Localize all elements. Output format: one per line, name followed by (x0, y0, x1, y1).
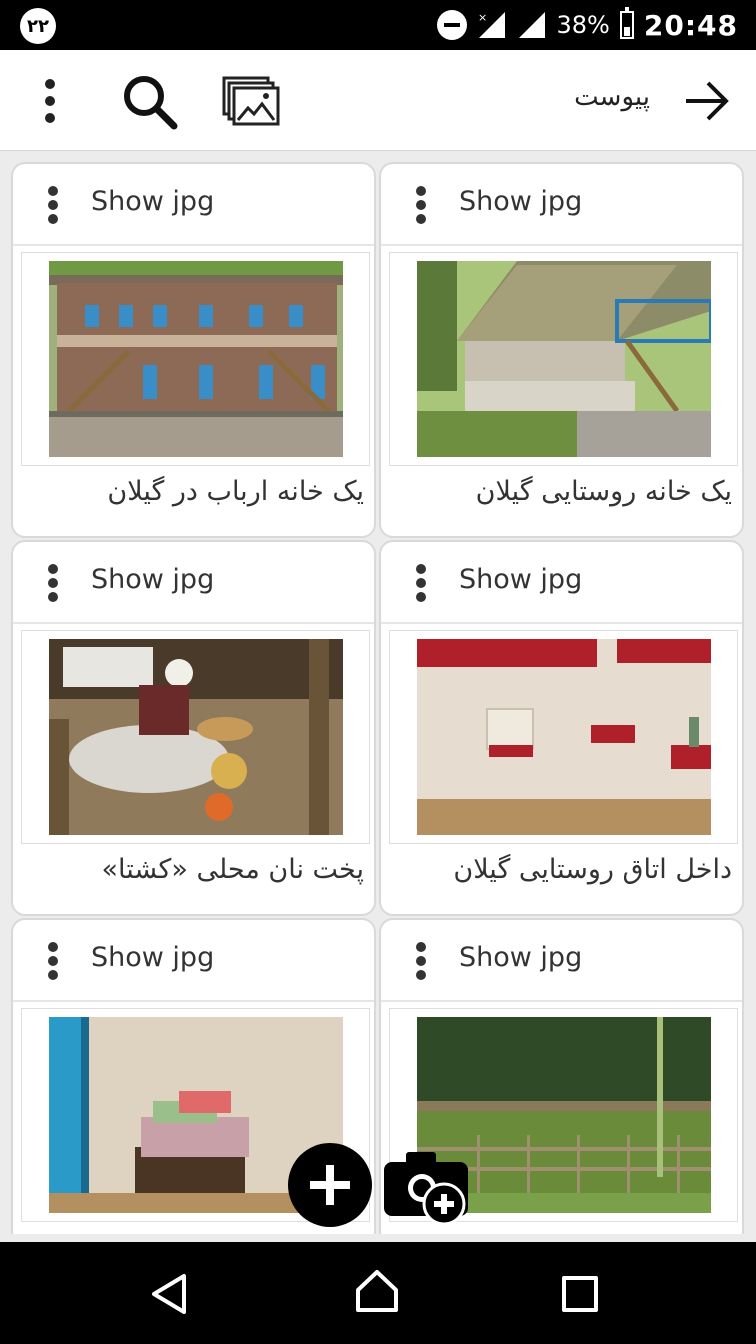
show-jpg-label[interactable]: Show jpg (91, 942, 214, 973)
show-jpg-label[interactable]: Show jpg (91, 564, 214, 595)
add-button[interactable] (288, 1143, 372, 1227)
card-header: Show jpg (13, 164, 374, 246)
card-header: Show jpg (13, 920, 374, 1002)
card-image-frame (389, 252, 738, 466)
attachment-grid: Show jpg یک خانه ارباب در گیلان Show jpg… (0, 152, 756, 1234)
app-bar: پیوست (0, 50, 756, 151)
card-header: Show jpg (13, 542, 374, 624)
home-icon[interactable] (354, 1268, 400, 1314)
thatched-rural-house-photo[interactable] (417, 261, 711, 457)
status-icons: × 38% 20:48 (436, 0, 738, 50)
card-caption: داخل اتاق روستایی گیلان (453, 854, 732, 885)
card-image-frame (21, 630, 370, 844)
card-header: Show jpg (381, 164, 742, 246)
clock: 20:48 (643, 8, 738, 42)
attachment-card[interactable]: Show jpg پخت نان محلی «کشتا» (11, 540, 376, 916)
show-jpg-label[interactable]: Show jpg (91, 186, 214, 217)
card-more-icon[interactable] (413, 184, 429, 226)
status-bar: ۲۲ × 38% 20:48 (0, 0, 756, 50)
battery-percent: 38% (556, 11, 610, 39)
system-nav-bar (0, 1242, 756, 1344)
search-icon[interactable] (120, 72, 180, 132)
card-header: Show jpg (381, 542, 742, 624)
card-image-frame (389, 630, 738, 844)
page-title: پیوست (574, 82, 650, 112)
card-header: Show jpg (381, 920, 742, 1002)
card-caption: یک خانه روستایی گیلان (475, 476, 732, 507)
show-jpg-label[interactable]: Show jpg (459, 942, 582, 973)
rural-room-interior-photo[interactable] (417, 639, 711, 835)
wooden-two-story-house-photo[interactable] (49, 261, 343, 457)
svg-text:×: × (478, 11, 487, 24)
signal-x-icon: × (478, 11, 505, 38)
more-vert-icon[interactable] (30, 76, 70, 126)
show-jpg-label[interactable]: Show jpg (459, 186, 582, 217)
gallery-icon[interactable] (222, 76, 280, 126)
card-caption: یک خانه ارباب در گیلان (107, 476, 364, 507)
attachment-card[interactable]: Show jpg یک خانه روستایی گیلان (379, 162, 744, 538)
add-camera-icon[interactable] (382, 1148, 472, 1228)
card-more-icon[interactable] (45, 940, 61, 982)
card-image-frame (21, 252, 370, 466)
card-more-icon[interactable] (45, 562, 61, 604)
battery-icon (619, 7, 634, 39)
signal-icon (518, 12, 545, 38)
attachment-card[interactable]: Show jpg داخل اتاق روستایی گیلان (379, 540, 744, 916)
arrow-forward-icon[interactable] (682, 78, 732, 124)
card-more-icon[interactable] (45, 184, 61, 226)
recents-icon[interactable] (562, 1276, 598, 1312)
dnd-icon (436, 10, 467, 40)
show-jpg-label[interactable]: Show jpg (459, 564, 582, 595)
back-triangle-icon[interactable] (148, 1272, 192, 1316)
attachment-card[interactable]: Show jpg یک خانه ارباب در گیلان (11, 162, 376, 538)
card-more-icon[interactable] (413, 940, 429, 982)
card-caption: پخت نان محلی «کشتا» (101, 854, 364, 885)
bread-baking-woman-photo[interactable] (49, 639, 343, 835)
notification-badge: ۲۲ (20, 8, 56, 44)
card-more-icon[interactable] (413, 562, 429, 604)
